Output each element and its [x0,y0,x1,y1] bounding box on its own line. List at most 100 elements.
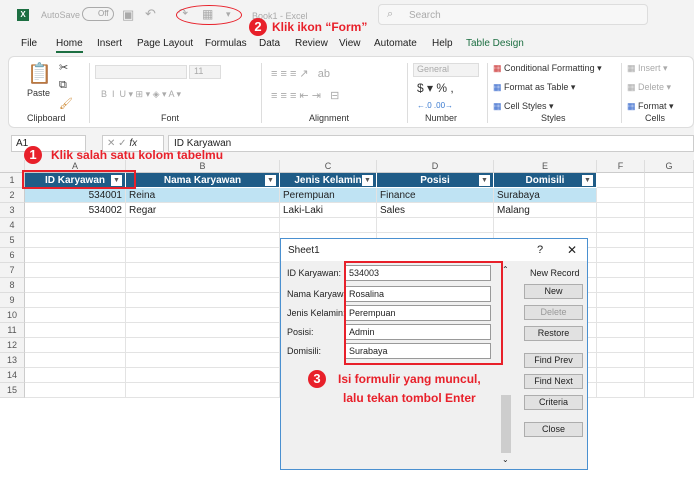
cell[interactable] [645,173,694,188]
table-cell[interactable]: 534001 [25,188,126,203]
cell[interactable] [597,233,645,248]
cell-styles-button[interactable]: ▦ Cell Styles ▾ [493,101,554,112]
cell[interactable] [645,353,694,368]
search-box[interactable]: ⌕ Search [378,4,648,25]
font-size-box[interactable]: 11 [189,65,221,79]
cell[interactable] [597,293,645,308]
cell[interactable] [126,218,280,233]
new-button[interactable]: New [524,284,583,299]
paste-icon[interactable]: 📋 [27,61,52,86]
cell[interactable] [645,233,694,248]
row-header-3[interactable]: 3 [0,203,25,218]
cell[interactable] [25,248,126,263]
close-button[interactable]: Close [524,422,583,437]
table-cell[interactable]: Finance [377,188,494,203]
cell[interactable] [280,218,377,233]
cell[interactable] [377,218,494,233]
cell[interactable] [126,293,280,308]
tab-file[interactable]: File [21,38,37,49]
cell[interactable] [597,248,645,263]
find-prev-button[interactable]: Find Prev [524,353,583,368]
cell[interactable] [597,323,645,338]
cell[interactable] [645,293,694,308]
table-header-cell[interactable]: Domisili ▼ [494,173,597,188]
cell[interactable] [494,218,597,233]
cut-icon[interactable]: ✂ [59,61,68,74]
number-format-box[interactable]: General [413,63,479,77]
cell[interactable] [25,263,126,278]
paste-button[interactable]: Paste [27,88,50,98]
cell[interactable] [25,353,126,368]
cell[interactable] [25,338,126,353]
row-header-13[interactable]: 13 [0,353,25,368]
cell[interactable] [126,368,280,383]
find-next-button[interactable]: Find Next [524,374,583,389]
alignment-icons[interactable]: ≡ ≡ ≡ ↗ ab [271,67,330,80]
row-header-7[interactable]: 7 [0,263,25,278]
table-header-cell[interactable]: Nama Karyawan ▼ [126,173,280,188]
tab-data[interactable]: Data [259,38,280,49]
tab-automate[interactable]: Automate [374,38,417,49]
cell[interactable] [597,278,645,293]
column-header-C[interactable]: C [280,160,377,173]
table-header-cell[interactable]: Jenis Kelamin ▼ [280,173,377,188]
cell[interactable] [25,278,126,293]
table-cell[interactable]: Surabaya [494,188,597,203]
cell[interactable] [597,308,645,323]
dialog-close-icon[interactable]: ✕ [567,243,577,257]
cell[interactable] [645,308,694,323]
cell[interactable] [645,278,694,293]
tab-help[interactable]: Help [432,38,453,49]
filter-dropdown-icon[interactable]: ▼ [265,175,276,186]
table-cell[interactable]: Sales [377,203,494,218]
tab-home[interactable]: Home [56,38,83,53]
cell[interactable] [25,218,126,233]
cell[interactable] [597,263,645,278]
cell[interactable] [645,203,694,218]
cell[interactable] [645,338,694,353]
table-cell[interactable]: Malang [494,203,597,218]
alignment-icons-2[interactable]: ≡ ≡ ≡ ⇤ ⇥ ⊟ [271,89,339,102]
cell[interactable] [645,218,694,233]
cell[interactable] [25,233,126,248]
cell[interactable] [126,308,280,323]
row-header-2[interactable]: 2 [0,188,25,203]
cell[interactable] [645,323,694,338]
copy-icon[interactable]: ⧉ [59,79,67,92]
cell[interactable] [645,263,694,278]
delete-button[interactable]: Delete [524,305,583,320]
table-cell[interactable]: 534002 [25,203,126,218]
row-header-12[interactable]: 12 [0,338,25,353]
scroll-thumb[interactable] [501,395,511,453]
tab-view[interactable]: View [339,38,361,49]
cell[interactable] [25,293,126,308]
row-header-9[interactable]: 9 [0,293,25,308]
cell[interactable] [645,248,694,263]
cell[interactable] [597,218,645,233]
save-icon[interactable]: ▣ [122,7,134,23]
criteria-button[interactable]: Criteria [524,395,583,410]
table-cell[interactable]: Perempuan [280,188,377,203]
format-as-table-button[interactable]: ▦ Format as Table ▾ [493,82,575,93]
tab-review[interactable]: Review [295,38,328,49]
cell[interactable] [597,368,645,383]
format-cells-button[interactable]: ▦ Format ▾ [627,101,674,112]
conditional-formatting-button[interactable]: ▦ Conditional Formatting ▾ [493,63,602,74]
cell[interactable] [597,353,645,368]
column-header-G[interactable]: G [645,160,694,173]
help-button[interactable]: ? [537,244,543,256]
table-cell[interactable]: Regar [126,203,280,218]
cell[interactable] [597,188,645,203]
font-format-icons[interactable]: B I U ▾ ⊞ ▾ ◈ ▾ A ▾ [101,89,181,100]
cell[interactable] [645,383,694,398]
cell[interactable] [597,383,645,398]
row-header-11[interactable]: 11 [0,323,25,338]
cell[interactable] [126,263,280,278]
delete-cells-button[interactable]: ▦ Delete ▾ [627,82,671,93]
column-header-F[interactable]: F [597,160,645,173]
undo-icon[interactable]: ↶ [145,6,156,22]
cell[interactable] [126,323,280,338]
insert-cells-button[interactable]: ▦ Insert ▾ [627,63,668,74]
scroll-down-icon[interactable]: ⌄ [502,455,509,464]
cell[interactable] [25,308,126,323]
